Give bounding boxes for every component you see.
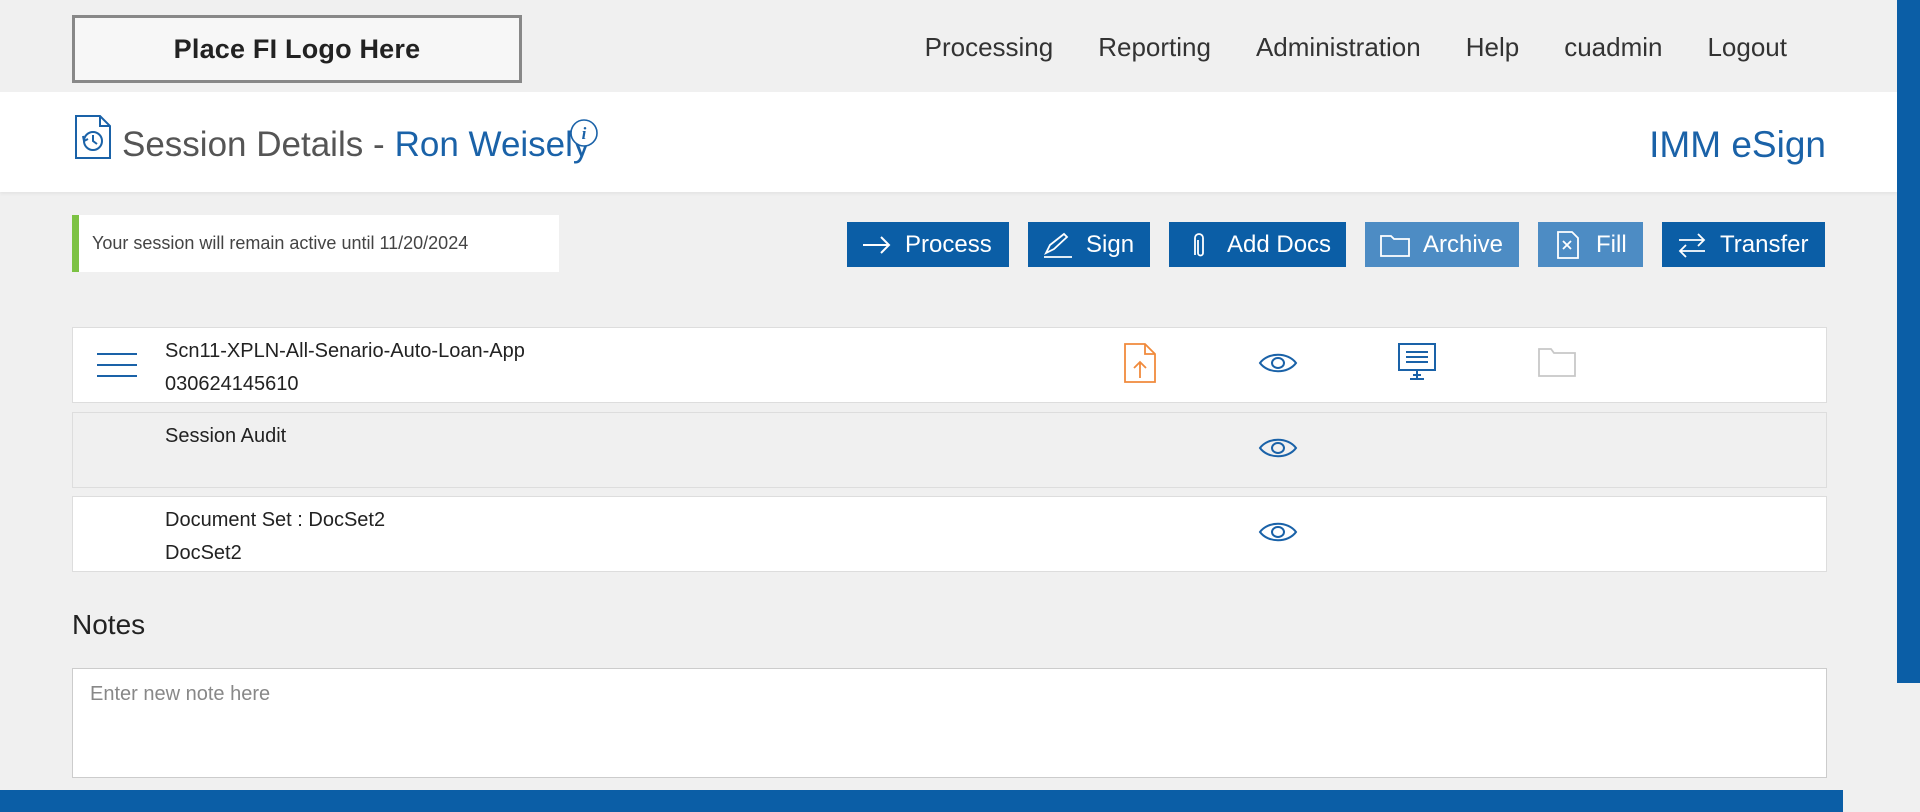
notes-heading: Notes: [72, 609, 146, 640]
svg-text:i: i: [582, 124, 587, 143]
fill-button-label: Fill: [1596, 230, 1627, 258]
process-button[interactable]: Process: [847, 222, 1009, 267]
document-id: 030624145610: [165, 373, 299, 395]
nav-user[interactable]: cuadmin: [1564, 32, 1662, 63]
add-docs-button-label: Add Docs: [1227, 230, 1332, 258]
page-title: Session Details - Ron Weisely: [122, 125, 590, 165]
paperclip-icon: [1194, 232, 1204, 256]
nav-reporting[interactable]: Reporting: [1098, 32, 1211, 63]
sign-button[interactable]: Sign: [1028, 222, 1150, 267]
nav-processing[interactable]: Processing: [925, 32, 1054, 63]
nav-help[interactable]: Help: [1466, 32, 1519, 63]
process-button-label: Process: [905, 230, 992, 258]
session-history-icon: [75, 115, 111, 159]
page-title-label: Session Details -: [122, 125, 385, 164]
transfer-button[interactable]: Transfer: [1662, 222, 1825, 267]
archive-button-label: Archive: [1423, 230, 1504, 258]
view-eye-icon[interactable]: [1258, 519, 1298, 545]
document-row: Scn11-XPLN-All-Senario-Auto-Loan-App 030…: [72, 327, 1827, 403]
main-nav: Processing Reporting Administration Help…: [925, 32, 1787, 63]
form-fill-icon: [1557, 230, 1579, 259]
arrow-right-icon: [863, 235, 891, 254]
session-audit-label: Session Audit: [165, 425, 287, 447]
document-name: Scn11-XPLN-All-Senario-Auto-Loan-App: [165, 340, 525, 362]
fill-button[interactable]: Fill: [1538, 222, 1643, 267]
document-set-name: DocSet2: [165, 542, 242, 564]
transfer-arrows-icon: [1678, 232, 1706, 258]
right-scrollbar[interactable]: [1897, 0, 1920, 683]
archive-button[interactable]: Archive: [1365, 222, 1519, 267]
sign-button-label: Sign: [1086, 230, 1135, 258]
add-docs-button[interactable]: Add Docs: [1169, 222, 1346, 267]
session-expiry-notice: Your session will remain active until 11…: [72, 215, 559, 272]
archive-folder-icon[interactable]: [1537, 346, 1577, 378]
presentation-monitor-icon[interactable]: [1397, 342, 1437, 382]
nav-administration[interactable]: Administration: [1256, 32, 1421, 63]
document-set-row: Document Set : DocSet2 DocSet2: [72, 496, 1827, 572]
transfer-button-label: Transfer: [1720, 230, 1809, 258]
upload-document-icon[interactable]: [1123, 342, 1157, 384]
hamburger-menu-icon[interactable]: [97, 352, 137, 378]
view-eye-icon[interactable]: [1258, 350, 1298, 376]
brand-name: IMM eSign: [1649, 124, 1826, 165]
action-toolbar: Process Sign Add Docs Archive Fill Trans…: [847, 222, 1825, 267]
fi-logo-placeholder: Place FI Logo Here: [72, 15, 522, 83]
folder-icon: [1380, 234, 1410, 257]
session-audit-row: Session Audit: [72, 412, 1827, 488]
nav-logout[interactable]: Logout: [1707, 32, 1787, 63]
view-eye-icon[interactable]: [1258, 435, 1298, 461]
document-set-title: Document Set : DocSet2: [165, 509, 386, 531]
info-icon[interactable]: i: [569, 118, 599, 148]
top-header: Place FI Logo Here Processing Reporting …: [0, 0, 1897, 92]
pen-icon: [1043, 232, 1072, 258]
page-title-bar: Session Details - Ron Weisely i IMM eSign: [0, 92, 1897, 192]
new-note-input[interactable]: [72, 668, 1827, 778]
bottom-bar: [0, 790, 1843, 812]
session-person-name: Ron Weisely: [394, 125, 591, 164]
